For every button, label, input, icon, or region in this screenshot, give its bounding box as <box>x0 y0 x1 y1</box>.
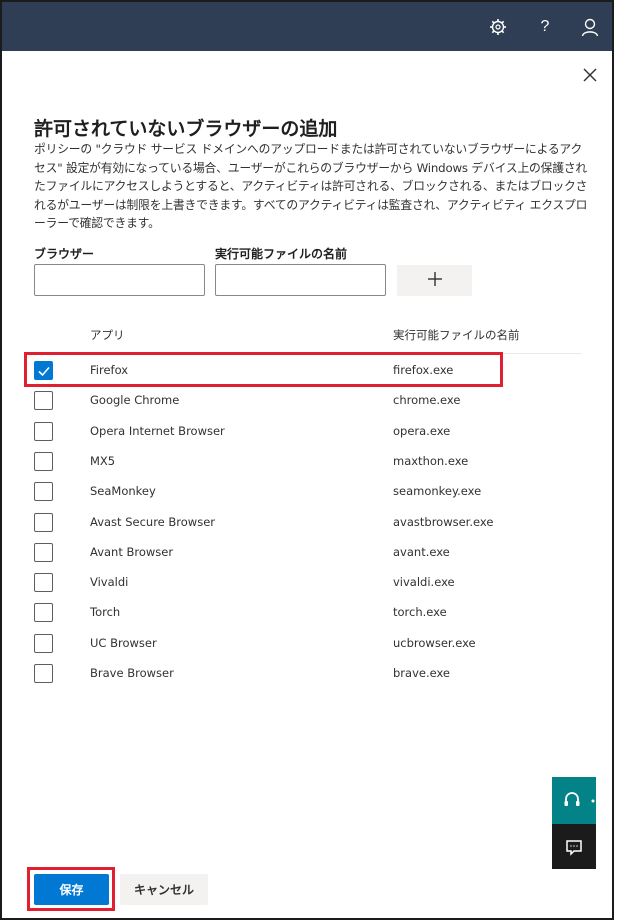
row-checkbox[interactable] <box>34 664 53 683</box>
user-icon[interactable] <box>579 16 601 38</box>
exe-name-cell: chrome.exe <box>393 393 461 408</box>
dialog-title: 許可されていないブラウザーの追加 <box>34 118 338 140</box>
row-checkbox[interactable] <box>34 451 53 471</box>
dialog-panel: ? 許可されていないブラウザーの追加 ポリシーの "クラウド サービス ドメイン… <box>0 0 614 920</box>
add-button[interactable] <box>397 265 472 296</box>
table-row[interactable]: Vivaldi vivaldi.exe <box>30 567 582 597</box>
table-row[interactable]: UC Browser ucbrowser.exe <box>30 628 582 658</box>
browser-label: ブラウザー <box>34 247 95 261</box>
app-name-cell: Vivaldi <box>90 575 129 590</box>
table-row[interactable]: Avant Browser avant.exe <box>30 537 582 567</box>
top-bar: ? <box>2 2 612 51</box>
app-name-cell: UC Browser <box>90 635 157 650</box>
column-header-app: アプリ <box>90 328 125 342</box>
browser-input[interactable] <box>34 264 205 296</box>
row-checkbox[interactable] <box>34 482 53 502</box>
table-row[interactable]: SeaMonkey seamonkey.exe <box>30 476 582 506</box>
table-row[interactable]: Brave Browser brave.exe <box>30 658 582 688</box>
support-button[interactable] <box>552 777 596 824</box>
headset-icon <box>564 792 595 806</box>
app-name-cell: Avast Secure Browser <box>90 514 215 529</box>
help-icon[interactable]: ? <box>534 16 556 38</box>
table-row[interactable]: Google Chrome chrome.exe <box>30 385 582 415</box>
exe-name-cell: avastbrowser.exe <box>393 514 494 529</box>
exe-name-input[interactable] <box>215 264 386 296</box>
close-icon[interactable] <box>579 64 601 86</box>
app-name-cell: SeaMonkey <box>90 484 156 499</box>
table-row[interactable]: Torch torch.exe <box>30 597 582 627</box>
table-row[interactable]: Avast Secure Browser avastbrowser.exe <box>30 507 582 537</box>
dialog-description: ポリシーの "クラウド サービス ドメインへのアップロードまたは許可されていない… <box>34 142 588 231</box>
highlight-box-firefox-row <box>24 352 503 387</box>
column-header-exe: 実行可能ファイルの名前 <box>393 328 520 342</box>
exe-name-cell: seamonkey.exe <box>393 484 482 499</box>
table-row[interactable]: MX5 maxthon.exe <box>30 446 582 476</box>
row-checkbox[interactable] <box>34 603 53 623</box>
table-row[interactable]: Opera Internet Browser opera.exe <box>30 416 582 446</box>
app-name-cell: MX5 <box>90 453 116 468</box>
exe-name-label: 実行可能ファイルの名前 <box>215 247 348 261</box>
app-name-cell: Torch <box>90 605 121 620</box>
gear-icon[interactable] <box>487 16 509 38</box>
app-name-cell: Google Chrome <box>90 393 180 408</box>
app-name-cell: Opera Internet Browser <box>90 423 225 438</box>
exe-name-cell: brave.exe <box>393 666 451 680</box>
app-name-cell: Brave Browser <box>90 666 174 680</box>
exe-name-cell: avant.exe <box>393 544 450 559</box>
feedback-button[interactable] <box>552 824 596 869</box>
feedback-icon <box>566 840 582 856</box>
row-checkbox[interactable] <box>34 542 53 562</box>
row-checkbox[interactable] <box>34 573 53 593</box>
row-checkbox[interactable] <box>34 512 53 532</box>
cancel-button[interactable]: キャンセル <box>120 874 208 905</box>
exe-name-cell: maxthon.exe <box>393 453 469 468</box>
row-checkbox[interactable] <box>34 391 53 411</box>
plus-icon <box>426 272 444 291</box>
app-name-cell: Avant Browser <box>90 544 174 559</box>
highlight-box-save-button <box>27 867 115 911</box>
exe-name-cell: ucbrowser.exe <box>393 635 476 650</box>
row-checkbox[interactable] <box>34 633 53 653</box>
exe-name-cell: torch.exe <box>393 605 447 620</box>
exe-name-cell: vivaldi.exe <box>393 575 455 590</box>
exe-name-cell: opera.exe <box>393 423 451 438</box>
row-checkbox[interactable] <box>34 421 53 441</box>
